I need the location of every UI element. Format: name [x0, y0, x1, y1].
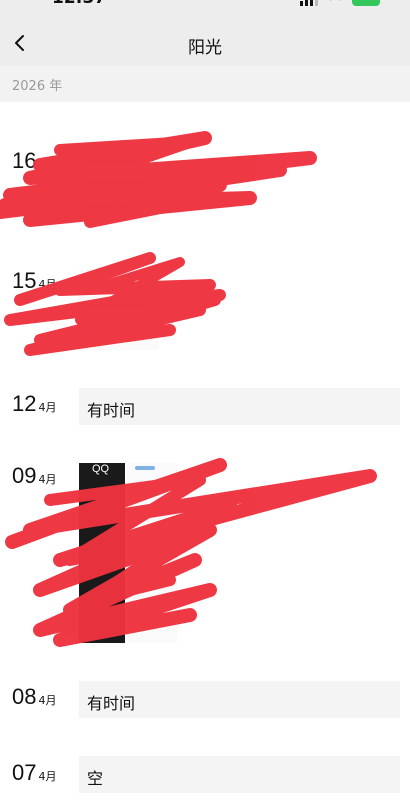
entry-date: 12 4月: [12, 391, 56, 417]
entry-day: 07: [12, 760, 37, 785]
post-thumbnail[interactable]: [79, 270, 159, 350]
entry-month: 4月: [38, 473, 57, 486]
entry-day: 12: [12, 391, 37, 416]
entry-day: 09: [12, 463, 37, 488]
status-icons: [300, 0, 380, 6]
list-item[interactable]: 15 4月: [0, 268, 410, 348]
entry-month: 4月: [38, 694, 57, 707]
entry-month: 4月: [38, 770, 57, 783]
entry-day: 16: [12, 148, 37, 173]
list-item[interactable]: 09 4月: [0, 463, 410, 643]
page-title: 阳光: [188, 38, 222, 58]
post-thumbnail[interactable]: [127, 463, 177, 643]
post-image[interactable]: [79, 463, 125, 643]
battery-icon: [352, 0, 380, 6]
entry-month: 4月: [38, 401, 57, 414]
entry-text-card[interactable]: 有时间: [79, 681, 400, 718]
entry-text: 空: [87, 769, 104, 788]
entry-date: 16: [12, 148, 36, 174]
entry-text: 有时间: [87, 694, 136, 713]
nav-bar: 阳光: [0, 20, 410, 66]
image-label: QQ: [92, 463, 110, 475]
wifi-icon: [330, 0, 340, 2]
entry-date: 08 4月: [12, 684, 56, 710]
year-label: 2026 年: [12, 79, 63, 94]
entry-date: 15 4月: [12, 268, 56, 294]
entry-day: 15: [12, 268, 37, 293]
year-header: 2026 年: [0, 66, 410, 102]
entry-text-card[interactable]: 空: [79, 756, 400, 793]
entry-text: 有时间: [87, 401, 136, 420]
header: 12:37 阳光: [0, 0, 410, 66]
entry-date: 09 4月: [12, 463, 56, 489]
entry-text-card[interactable]: 有时间: [79, 388, 400, 425]
signal-icon: [300, 0, 318, 6]
list-item[interactable]: 16: [0, 148, 410, 228]
entry-month: 4月: [38, 278, 57, 291]
status-time: 12:37: [52, 0, 106, 8]
entry-date: 07 4月: [12, 760, 56, 786]
entry-day: 08: [12, 684, 37, 709]
post-thumbnail[interactable]: [79, 150, 159, 222]
